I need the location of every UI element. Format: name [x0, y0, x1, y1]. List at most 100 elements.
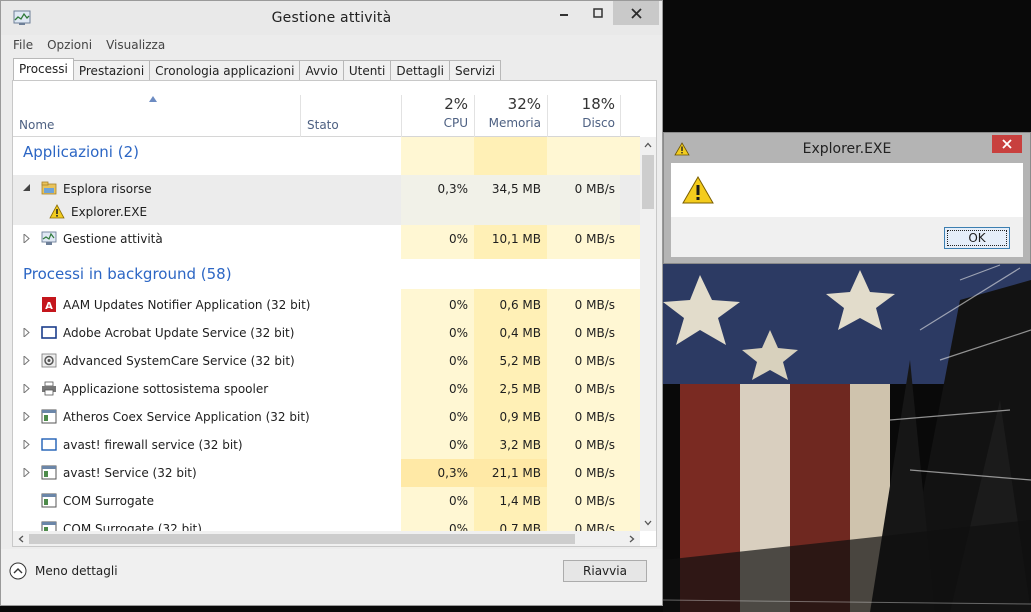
collapsed-chevron-icon[interactable]: [23, 412, 30, 421]
process-memory: 0,6 MB: [499, 298, 541, 312]
horizontal-scrollbar[interactable]: [13, 531, 640, 546]
process-row[interactable]: Atheros Coex Service Application (32 bit…: [13, 403, 640, 431]
group-title-apps: Applicazioni (2): [23, 143, 139, 161]
adobe-icon: A: [42, 297, 56, 312]
tab-services[interactable]: Servizi: [450, 60, 502, 81]
row-highlight: [401, 200, 620, 225]
process-rows: Applicazioni (2) Esplora risorse 0,3% 34…: [13, 137, 640, 536]
ok-button[interactable]: OK: [944, 227, 1010, 249]
process-cpu: 0,3%: [437, 182, 469, 196]
collapsed-chevron-icon[interactable]: [23, 468, 30, 477]
column-header: Nome Stato 2% CPU 32% Memoria 18% Disco: [13, 81, 640, 137]
task-manager-icon: [41, 231, 57, 245]
expanded-chevron-icon[interactable]: [23, 184, 30, 193]
process-memory: 0,9 MB: [499, 410, 541, 424]
maximize-button[interactable]: [584, 1, 612, 25]
process-memory: 1,4 MB: [499, 494, 541, 508]
horizontal-scroll-thumb[interactable]: [29, 534, 575, 544]
column-divider[interactable]: [620, 95, 621, 137]
process-disk: 0 MB/s: [574, 326, 615, 340]
minimize-button[interactable]: [550, 1, 578, 25]
menu-view[interactable]: Visualizza: [106, 38, 165, 54]
process-disk: 0 MB/s: [574, 438, 615, 452]
column-memory[interactable]: 32% Memoria: [474, 95, 541, 130]
scroll-up-button[interactable]: [640, 137, 656, 153]
group-header-apps[interactable]: Applicazioni (2): [13, 137, 640, 167]
process-row[interactable]: avast! Service (32 bit) 0,3% 21,1 MB 0 M…: [13, 459, 640, 487]
menu-file[interactable]: File: [13, 38, 33, 54]
service-icon: [41, 493, 57, 508]
process-name: avast! firewall service (32 bit): [63, 438, 243, 452]
collapsed-chevron-icon[interactable]: [23, 328, 30, 337]
process-row[interactable]: avast! firewall service (32 bit) 0% 3,2 …: [13, 431, 640, 459]
process-cpu: 0%: [448, 298, 468, 312]
close-icon: [1002, 139, 1012, 149]
process-name: avast! Service (32 bit): [63, 466, 197, 480]
explorer-error-dialog: Explorer.EXE OK: [663, 132, 1031, 264]
folder-icon: [41, 181, 57, 195]
memory-total-percent: 32%: [507, 95, 541, 113]
group-header-background[interactable]: Processi in background (58): [13, 259, 640, 289]
process-disk: 0 MB/s: [574, 410, 615, 424]
close-button[interactable]: [613, 1, 659, 25]
vertical-scrollbar[interactable]: [640, 137, 656, 531]
menu-options[interactable]: Opzioni: [47, 38, 92, 54]
process-disk: 0 MB/s: [574, 354, 615, 368]
restart-button[interactable]: Riavvia: [563, 560, 647, 582]
process-row[interactable]: COM Surrogate 0% 1,4 MB 0 MB/s: [13, 487, 640, 515]
process-row[interactable]: Applicazione sottosistema spooler 0% 2,5…: [13, 375, 640, 403]
dialog-title-bar[interactable]: Explorer.EXE: [664, 133, 1030, 163]
tab-processes[interactable]: Processi: [13, 58, 74, 81]
collapsed-chevron-icon[interactable]: [23, 440, 30, 449]
service-icon: [41, 465, 57, 480]
scroll-down-button[interactable]: [640, 515, 656, 531]
disk-column-label: Disco: [582, 116, 615, 130]
chevron-right-icon: [629, 535, 635, 543]
fewer-details-toggle[interactable]: Meno dettagli: [9, 562, 118, 580]
process-row[interactable]: Adobe Acrobat Update Service (32 bit) 0%…: [13, 319, 640, 347]
tab-startup[interactable]: Avvio: [300, 60, 344, 81]
process-memory: 21,1 MB: [491, 466, 541, 480]
close-icon: [630, 7, 642, 19]
scroll-right-button[interactable]: [624, 531, 640, 546]
process-list-panel: Nome Stato 2% CPU 32% Memoria 18% Disco: [12, 80, 657, 547]
dialog-close-button[interactable]: [992, 135, 1022, 153]
scroll-left-button[interactable]: [13, 531, 29, 546]
process-row[interactable]: Advanced SystemCare Service (32 bit) 0% …: [13, 347, 640, 375]
vertical-scroll-thumb[interactable]: [642, 155, 654, 209]
column-cpu[interactable]: 2% CPU: [401, 95, 468, 130]
tab-strip: Processi Prestazioni Cronologia applicaz…: [13, 58, 502, 81]
window-icon: [41, 326, 57, 339]
service-icon: [41, 409, 57, 424]
child-process-row[interactable]: Explorer.EXE: [13, 200, 640, 225]
collapsed-chevron-icon[interactable]: [23, 384, 30, 393]
process-cpu: 0%: [448, 382, 468, 396]
process-disk: 0 MB/s: [574, 494, 615, 508]
collapsed-chevron-icon[interactable]: [23, 356, 30, 365]
column-status[interactable]: Stato: [307, 118, 339, 132]
tab-details[interactable]: Dettagli: [391, 60, 451, 81]
tab-performance[interactable]: Prestazioni: [73, 60, 151, 81]
column-disk[interactable]: 18% Disco: [547, 95, 615, 130]
process-disk: 0 MB/s: [574, 466, 615, 480]
process-cpu: 0%: [448, 438, 468, 452]
collapsed-chevron-icon[interactable]: [23, 234, 30, 243]
tab-app-history[interactable]: Cronologia applicazioni: [150, 60, 301, 81]
process-row[interactable]: Gestione attività 0% 10,1 MB 0 MB/s: [13, 225, 640, 253]
task-manager-window: Gestione attività File Opzioni Visualizz…: [0, 0, 663, 606]
process-row[interactable]: Esplora risorse 0,3% 34,5 MB 0 MB/s: [13, 175, 640, 203]
process-name: Esplora risorse: [63, 182, 152, 196]
process-memory: 3,2 MB: [499, 438, 541, 452]
process-disk: 0 MB/s: [574, 182, 615, 196]
process-cpu: 0%: [448, 494, 468, 508]
process-name: Applicazione sottosistema spooler: [63, 382, 269, 396]
title-bar[interactable]: Gestione attività: [1, 1, 662, 35]
column-divider[interactable]: [300, 95, 301, 137]
process-name: Explorer.EXE: [71, 205, 148, 219]
column-name[interactable]: Nome: [19, 118, 54, 132]
process-row[interactable]: A AAM Updates Notifier Application (32 b…: [13, 291, 640, 319]
warning-icon: [682, 176, 714, 204]
tab-users[interactable]: Utenti: [343, 60, 392, 81]
warning-icon: [49, 204, 65, 219]
footer-bar: Meno dettagli Riavvia: [1, 549, 662, 605]
